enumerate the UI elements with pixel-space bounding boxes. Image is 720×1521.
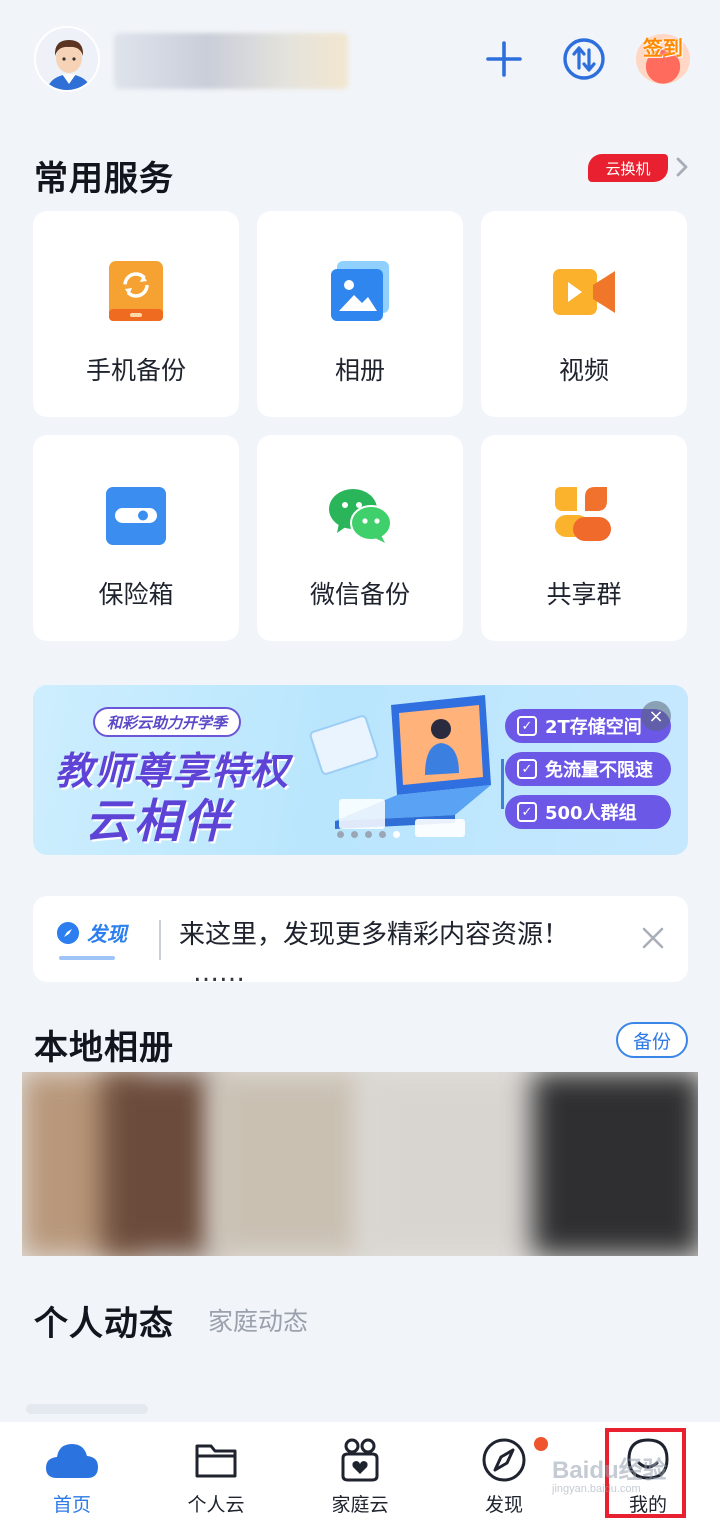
cloud-icon [46, 1444, 98, 1478]
check-icon: ✓ [517, 802, 537, 822]
service-label: 视频 [558, 356, 609, 385]
discover-tag-underline [59, 956, 115, 960]
loading-placeholder [26, 1404, 148, 1414]
service-label: 共享群 [546, 580, 622, 609]
pagination-dot [351, 831, 358, 838]
watermark-text: Baidu经验 [552, 1457, 667, 1484]
username-blurred[interactable] [114, 33, 348, 89]
banner-feature: ✓ 500人群组 [505, 795, 671, 829]
banner-feature-label: 2T存储空间 [545, 717, 642, 738]
service-album[interactable]: 相册 [257, 211, 463, 417]
top-bar: 签到 [0, 0, 720, 120]
photo-thumbnail[interactable] [362, 1072, 532, 1256]
local-album-strip[interactable] [22, 1072, 698, 1256]
share-group-icon [555, 487, 611, 541]
family-icon [341, 1438, 379, 1482]
nav-discover[interactable]: 发现 [444, 1422, 564, 1521]
banner-pagination[interactable] [337, 831, 400, 838]
service-safe[interactable]: 保险箱 [33, 435, 239, 641]
promo-banner[interactable]: 和彩云助力开学季 教师尊享特权 云相伴 ✓ 2T存储空间 ✓ 免流量不限速 ✓ … [33, 685, 688, 855]
wechat-backup-icon [329, 489, 392, 543]
banner-close-button[interactable]: × [641, 701, 671, 731]
nav-label: 发现 [484, 1494, 523, 1516]
service-phone-backup[interactable]: 手机备份 [33, 211, 239, 417]
divider [159, 920, 161, 960]
nav-home[interactable]: 首页 [12, 1422, 132, 1521]
local-album-title: 本地相册 [34, 1028, 174, 1068]
checkin-label: 签到 [643, 36, 683, 60]
pagination-dot [337, 831, 344, 838]
service-wechat-backup[interactable]: 微信备份 [257, 435, 463, 641]
check-icon: ✓ [517, 759, 537, 779]
cloud-switch-tag[interactable]: 云换机 [588, 154, 668, 182]
service-label: 保险箱 [98, 580, 174, 609]
photo-thumbnail[interactable] [102, 1072, 212, 1256]
plus-icon[interactable] [481, 36, 527, 82]
transfer-icon[interactable] [561, 36, 607, 82]
watermark: Baidu经验 jingyan.baidu.com [552, 1450, 667, 1495]
discover-tag: 发现 [57, 918, 127, 947]
service-label: 微信备份 [309, 580, 410, 609]
service-label: 相册 [334, 356, 385, 385]
user-avatar[interactable] [34, 26, 100, 92]
notice-next-text: …… [193, 958, 245, 982]
service-share-group[interactable]: 共享群 [481, 435, 687, 641]
pagination-dot [365, 831, 372, 838]
pagination-dot-active [393, 831, 400, 838]
nav-family-cloud[interactable]: 家庭云 [300, 1422, 420, 1521]
banner-feature-label: 500人群组 [545, 803, 637, 824]
discover-tag-label: 发现 [87, 922, 127, 946]
safe-icon [106, 487, 166, 545]
phone-backup-icon [109, 261, 163, 321]
banner-subheadline: 云相伴 [85, 794, 232, 848]
service-label: 手机备份 [85, 356, 186, 385]
notification-dot [534, 1437, 548, 1451]
service-video[interactable]: 视频 [481, 211, 687, 417]
nav-label: 家庭云 [331, 1494, 389, 1516]
avatar-icon [36, 28, 98, 90]
backup-button[interactable]: 备份 [616, 1022, 688, 1058]
close-icon[interactable] [639, 924, 667, 952]
compass-icon [482, 1438, 526, 1482]
nav-label: 个人云 [187, 1494, 245, 1516]
album-icon [331, 261, 389, 321]
pagination-dot [379, 831, 386, 838]
photo-thumbnail[interactable] [212, 1072, 362, 1256]
teacher-laptop-illustration [309, 695, 504, 837]
checkin-button[interactable]: 签到 [636, 34, 690, 84]
banner-pill: 和彩云助力开学季 [93, 707, 242, 737]
nav-label: 首页 [52, 1494, 91, 1516]
compass-small-icon [57, 921, 79, 944]
banner-feature: ✓ 免流量不限速 [505, 752, 671, 786]
photo-thumbnail[interactable] [532, 1072, 698, 1256]
services-title: 常用服务 [34, 159, 174, 199]
banner-feature-label: 免流量不限速 [545, 760, 653, 781]
discover-notice[interactable]: 发现 来这里，发现更多精彩内容资源！ …… [33, 896, 688, 982]
chevron-right-icon[interactable] [672, 156, 692, 178]
nav-personal-cloud[interactable]: 个人云 [156, 1422, 276, 1521]
check-icon: ✓ [517, 716, 537, 736]
video-icon [553, 269, 615, 315]
tab-personal-activity[interactable]: 个人动态 [34, 1296, 174, 1345]
tab-family-activity[interactable]: 家庭动态 [208, 1302, 308, 1338]
watermark-url: jingyan.baidu.com [552, 1483, 641, 1495]
folder-icon [195, 1444, 237, 1478]
notice-text: 来这里，发现更多精彩内容资源！ [179, 920, 570, 950]
